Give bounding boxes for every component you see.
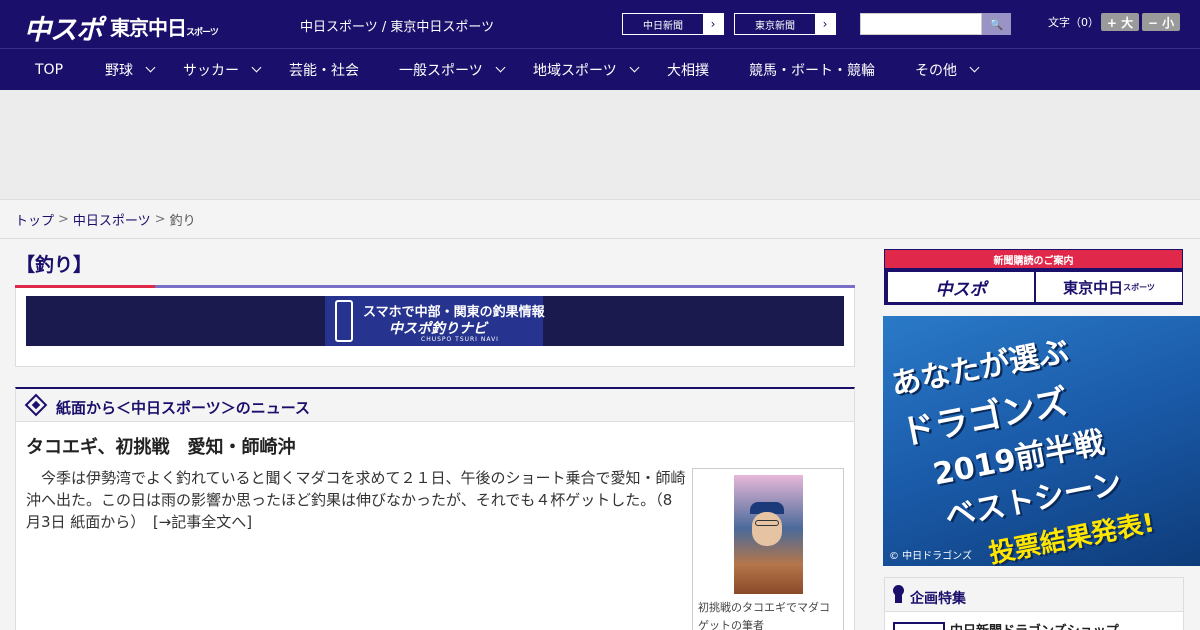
nav-label: 競馬・ボート・競輪 <box>749 62 875 79</box>
subscription-heading: 新聞購読のご案内 <box>885 250 1182 268</box>
ribbon-icon <box>893 585 904 603</box>
subscribe-chuspo-button[interactable]: 中スポ <box>888 272 1034 302</box>
nav-label: サッカー <box>183 62 239 79</box>
search-icon: 🔍 <box>989 17 1004 31</box>
subscribe-tokyo-text: 東京中日 <box>1063 278 1124 297</box>
chevron-down-icon <box>629 62 640 73</box>
nav-label: 野球 <box>105 62 133 79</box>
nav-label: その他 <box>915 62 957 79</box>
feature-item-link[interactable]: 中日新聞ドラゴンズショップ <box>950 620 1119 630</box>
tsuri-navi-banner[interactable]: スマホで中部・関東の釣果情報 中スポ釣りナビ CHUSPO TSURI NAVI <box>325 296 545 346</box>
nav-item-other[interactable]: その他 <box>915 49 980 90</box>
font-bigger-button[interactable]: + 大 <box>1101 13 1139 31</box>
photo-face-shape <box>752 512 782 546</box>
breadcrumb-section-link[interactable]: 中日スポーツ <box>73 210 151 229</box>
nav-item-baseball[interactable]: 野球 <box>105 49 156 90</box>
chevron-down-icon <box>145 62 156 73</box>
nav-item-regional-sports[interactable]: 地域スポーツ <box>533 49 640 90</box>
nav-label: 芸能・社会 <box>289 62 359 79</box>
photo-glasses-shape <box>755 520 779 526</box>
tokyo-logo-text: 東京中日 <box>110 16 187 40</box>
main-nav: TOP 野球 サッカー 芸能・社会 一般スポーツ 地域スポーツ 大相撲 競馬・ボ… <box>0 48 1200 90</box>
tokyo-shimbun-label: 東京新聞 <box>755 20 795 32</box>
subscribe-tokyo-small: スポーツ <box>1123 282 1155 292</box>
photo-caption: 初挑戦のタコエギでマダコゲットの筆者 <box>698 601 830 630</box>
dragons-vote-promo[interactable]: あなたが選ぶ ドラゴンズ 2019前半戦 ベストシーン 投票結果発表! © 中日… <box>883 316 1200 566</box>
nav-label: TOP <box>35 61 64 78</box>
feature-section-title: 企画特集 <box>910 591 966 607</box>
article-summary: 今季は伊勢湾でよく釣れていると聞くマダコを求めて２１日、午後のショート乗合で愛知… <box>26 467 686 533</box>
article-title[interactable]: タコエギ、初挑戦 愛知・師崎沖 <box>26 433 295 459</box>
breadcrumb: トップ > 中日スポーツ > 釣り <box>0 200 1200 239</box>
chevron-down-icon <box>251 62 262 73</box>
breadcrumb-current: 釣り <box>169 213 196 229</box>
ad-space <box>0 90 1200 200</box>
site-header: 中スポ 東京中日スポーツ 中日スポーツ / 東京中日スポーツ 中日新聞 › 東京… <box>0 0 1200 48</box>
article-body-text: 今季は伊勢湾でよく釣れていると聞くマダコを求めて２１日、午後のショート乗合で愛知… <box>26 469 686 531</box>
subscription-heading-text: 新聞購読のご案内 <box>993 255 1074 267</box>
nav-item-soccer[interactable]: サッカー <box>183 49 262 90</box>
nav-item-general-sports[interactable]: 一般スポーツ <box>399 49 506 90</box>
search-button[interactable]: 🔍 <box>982 13 1011 35</box>
page-title: 【釣り】 <box>16 254 93 276</box>
nav-label: 大相撲 <box>667 62 709 79</box>
header-site-names: 中日スポーツ / 東京中日スポーツ <box>300 20 495 35</box>
chuspo-logo[interactable]: 中スポ <box>24 8 103 47</box>
subscribe-tokyo-button[interactable]: 東京中日 スポーツ <box>1036 272 1182 302</box>
font-smaller-button[interactable]: − 小 <box>1142 13 1180 31</box>
promo-copyright: © 中日ドラゴンズ <box>889 551 972 562</box>
news-section-heading: 紙面から＜中日スポーツ＞のニュース <box>56 399 310 417</box>
nav-item-racing[interactable]: 競馬・ボート・競輪 <box>749 49 875 90</box>
tokyo-chunichi-logo[interactable]: 東京中日スポーツ <box>110 12 219 41</box>
banner-line3: CHUSPO TSURI NAVI <box>421 336 499 343</box>
chunichi-shimbun-link[interactable]: 中日新聞 › <box>622 13 724 35</box>
nav-item-top[interactable]: TOP <box>35 49 63 90</box>
feature-item-thumbnail[interactable] <box>893 622 945 630</box>
font-size-label: 文字（0） <box>1048 16 1099 29</box>
nav-item-sumo[interactable]: 大相撲 <box>667 49 709 90</box>
chevron-down-icon <box>969 62 980 73</box>
read-more-link[interactable]: [→記事全文へ] <box>153 513 252 531</box>
tokyo-logo-small: スポーツ <box>186 28 219 38</box>
search-input[interactable] <box>860 13 982 35</box>
banner-line2: 中スポ釣りナビ <box>389 321 487 337</box>
chevron-down-icon <box>495 62 506 73</box>
breadcrumb-separator: > <box>58 211 69 227</box>
chevron-right-icon: › <box>703 14 723 34</box>
nav-item-entertainment[interactable]: 芸能・社会 <box>289 49 359 90</box>
breadcrumb-separator: > <box>154 211 166 227</box>
nav-label: 一般スポーツ <box>399 62 483 79</box>
tokyo-shimbun-link[interactable]: 東京新聞 › <box>734 13 836 35</box>
breadcrumb-top-link[interactable]: トップ <box>15 210 54 229</box>
nav-label: 地域スポーツ <box>533 62 617 79</box>
smartphone-icon <box>335 300 353 342</box>
chevron-right-icon: › <box>815 14 835 34</box>
chunichi-shimbun-label: 中日新聞 <box>643 20 683 32</box>
